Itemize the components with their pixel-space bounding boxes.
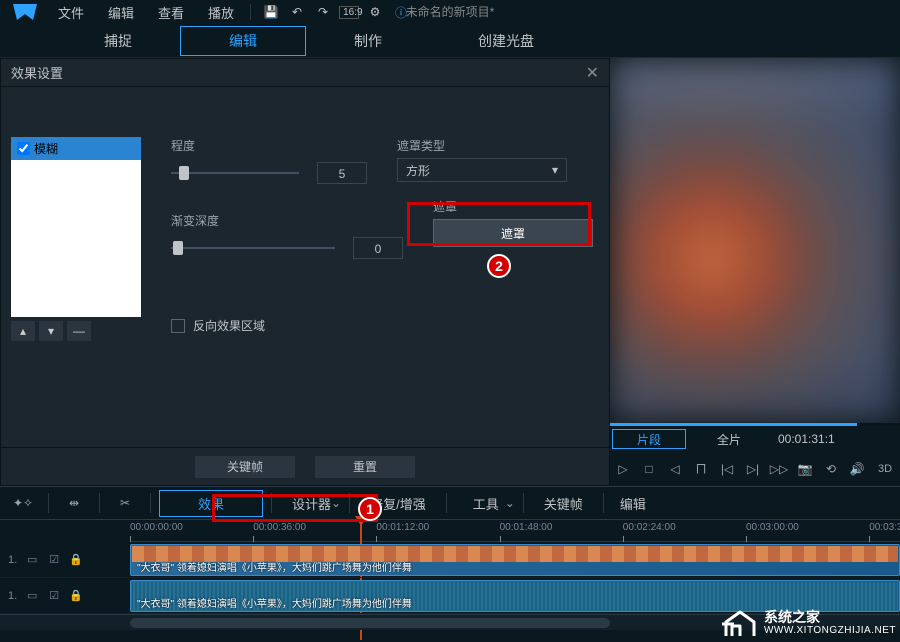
effect-checkbox-blur[interactable] xyxy=(17,142,30,155)
degree-slider[interactable] xyxy=(171,169,299,177)
tab-capture[interactable]: 捕捉 xyxy=(56,25,180,57)
move-up-button[interactable]: ▴ xyxy=(11,321,35,341)
mask-button[interactable]: 遮罩 xyxy=(433,219,593,247)
watermark-logo-icon xyxy=(722,608,758,638)
project-title: 未命名的新项目* xyxy=(406,3,495,20)
annotation-badge: 1 xyxy=(358,497,382,521)
mask-type-select[interactable]: 方形 ▾ xyxy=(397,158,567,182)
watermark-url: WWW.XITONGZHIJIA.NET xyxy=(764,625,896,636)
timecode: 00:01:31:1 xyxy=(778,432,835,446)
tab-produce[interactable]: 制作 xyxy=(306,25,430,57)
effect-item-label: 模糊 xyxy=(34,140,58,157)
effect-list: 模糊 xyxy=(11,137,141,317)
tick: 00:00:00:00 xyxy=(130,522,183,533)
menu-edit[interactable]: 编辑 xyxy=(98,1,144,24)
tick: 00:03:36 xyxy=(869,522,900,533)
preview-video xyxy=(610,58,900,422)
time-ruler[interactable]: 00:00:00:00 00:00:36:00 00:01:12:00 00:0… xyxy=(0,520,900,542)
save-icon[interactable]: 💾 xyxy=(261,3,281,21)
tick: 00:03:00:00 xyxy=(746,522,799,533)
tick: 00:01:48:00 xyxy=(500,522,553,533)
tick: 00:01:12:00 xyxy=(376,522,429,533)
video-clip[interactable]: "大衣哥" 领着媳妇演唱《小苹果》，大妈们跳广场舞为他们伴舞 xyxy=(130,544,900,576)
magic-wand-icon[interactable]: ✦✧ xyxy=(6,496,40,510)
preview-panel: 片段 全片 00:01:31:1 ▷ □ ◁ ⨅ |◁ ▷| ▷▷ 📷 ⟲ 🔊 … xyxy=(610,58,900,486)
app-logo xyxy=(6,0,44,24)
depth-slider[interactable] xyxy=(171,244,335,252)
track-label: 1. xyxy=(8,554,17,566)
snapshot-icon[interactable]: 📷 xyxy=(796,460,814,478)
tab-disc[interactable]: 创建光盘 xyxy=(430,25,582,57)
panel-header: 效果设置 ✕ xyxy=(1,59,609,87)
secondary-toolbar: ✦✧ ⇹ ✂ 效果 设计器 ⌄ 修复/增强 工具 ⌄ 关键帧 编辑 xyxy=(0,486,900,520)
invert-checkbox[interactable] xyxy=(171,319,185,333)
lock-icon[interactable]: 🔒 xyxy=(69,553,83,567)
annotation-badge: 2 xyxy=(487,254,511,278)
workspace: 效果设置 ✕ 模糊 ▴ ▾ — xyxy=(0,58,900,486)
menu-file[interactable]: 文件 xyxy=(48,1,94,24)
mask-button-label: 遮罩 xyxy=(433,198,593,215)
effect-controls: 程度 5 遮罩类型 方形 ▾ xyxy=(151,97,599,437)
step-back-icon[interactable]: |◁ xyxy=(718,460,736,478)
3d-button[interactable]: 3D xyxy=(874,460,896,478)
sec-tab-edit[interactable]: 编辑 xyxy=(612,491,654,516)
reset-button[interactable]: 重置 xyxy=(315,456,415,478)
volume-icon[interactable]: 🔊 xyxy=(848,460,866,478)
film-icon[interactable]: ▭ xyxy=(25,553,39,567)
chevron-down-icon: ▾ xyxy=(552,163,558,177)
main-tabs: 捕捉 编辑 制作 创建光盘 xyxy=(0,24,900,58)
preview-tab-movie[interactable]: 全片 xyxy=(692,429,766,449)
lock-icon[interactable]: 🔒 xyxy=(69,589,83,603)
watermark-name: 系统之家 xyxy=(764,610,896,625)
fast-fwd-icon[interactable]: ▷▷ xyxy=(770,460,788,478)
visible-icon[interactable]: ☑ xyxy=(47,589,61,603)
split-icon[interactable]: ⇹ xyxy=(57,496,91,510)
menubar: 文件 编辑 查看 播放 💾 ↶ ↷ 16:9 ⚙ ⓘ 未命名的新项目* xyxy=(0,0,900,24)
preview-tab-clip[interactable]: 片段 xyxy=(612,429,686,449)
preview-scrubber[interactable] xyxy=(610,422,900,426)
chevron-down-icon[interactable]: ⌄ xyxy=(331,496,341,510)
film-icon[interactable]: ▭ xyxy=(25,589,39,603)
menu-view[interactable]: 查看 xyxy=(148,1,194,24)
close-icon[interactable]: ✕ xyxy=(586,63,599,83)
invert-label: 反向效果区域 xyxy=(193,317,265,334)
keyframe-button[interactable]: 关键帧 xyxy=(195,456,295,478)
mask-type-label: 遮罩类型 xyxy=(397,137,593,154)
degree-label: 程度 xyxy=(171,137,235,154)
play-icon[interactable]: ▷ xyxy=(614,460,632,478)
move-down-button[interactable]: ▾ xyxy=(39,321,63,341)
rewind-icon[interactable]: ⨅ xyxy=(692,460,710,478)
tick: 00:02:24:00 xyxy=(623,522,676,533)
aspect-ratio-button[interactable]: 16:9 xyxy=(339,6,359,19)
video-track: 1. ▭ ☑ 🔒 "大衣哥" 领着媳妇演唱《小苹果》，大妈们跳广场舞为他们伴舞 xyxy=(0,542,900,578)
scissors-icon[interactable]: ✂ xyxy=(108,496,142,510)
redo-icon[interactable]: ↷ xyxy=(313,3,333,21)
chevron-down-icon[interactable]: ⌄ xyxy=(505,496,515,510)
effect-settings-panel: 效果设置 ✕ 模糊 ▴ ▾ — xyxy=(0,58,610,486)
tab-edit[interactable]: 编辑 xyxy=(180,26,306,56)
watermark: 系统之家 WWW.XITONGZHIJIA.NET xyxy=(722,608,896,638)
step-fwd-icon[interactable]: ▷| xyxy=(744,460,762,478)
stop-icon[interactable]: □ xyxy=(640,460,658,478)
sec-tab-keyframe[interactable]: 关键帧 xyxy=(532,491,595,516)
tick: 00:00:36:00 xyxy=(253,522,306,533)
loop-icon[interactable]: ⟲ xyxy=(822,460,840,478)
sec-tab-effect[interactable]: 效果 xyxy=(159,490,263,517)
degree-value[interactable]: 5 xyxy=(317,162,367,184)
visible-icon[interactable]: ☑ xyxy=(47,553,61,567)
clip-label: "大衣哥" 领着媳妇演唱《小苹果》，大妈们跳广场舞为他们伴舞 xyxy=(137,559,412,574)
panel-title: 效果设置 xyxy=(11,63,63,82)
undo-icon[interactable]: ↶ xyxy=(287,3,307,21)
remove-button[interactable]: — xyxy=(67,321,91,341)
depth-value[interactable]: 0 xyxy=(353,237,403,259)
track-label: 1. xyxy=(8,590,17,602)
settings-icon[interactable]: ⚙ xyxy=(365,3,385,21)
effect-list-item-blur[interactable]: 模糊 xyxy=(11,137,141,160)
prev-frame-icon[interactable]: ◁ xyxy=(666,460,684,478)
clip-label: "大衣哥" 领着媳妇演唱《小苹果》，大妈们跳广场舞为他们伴舞 xyxy=(137,595,412,610)
menu-play[interactable]: 播放 xyxy=(198,1,244,24)
mask-type-value: 方形 xyxy=(406,162,430,179)
depth-label: 渐变深度 xyxy=(171,212,235,229)
